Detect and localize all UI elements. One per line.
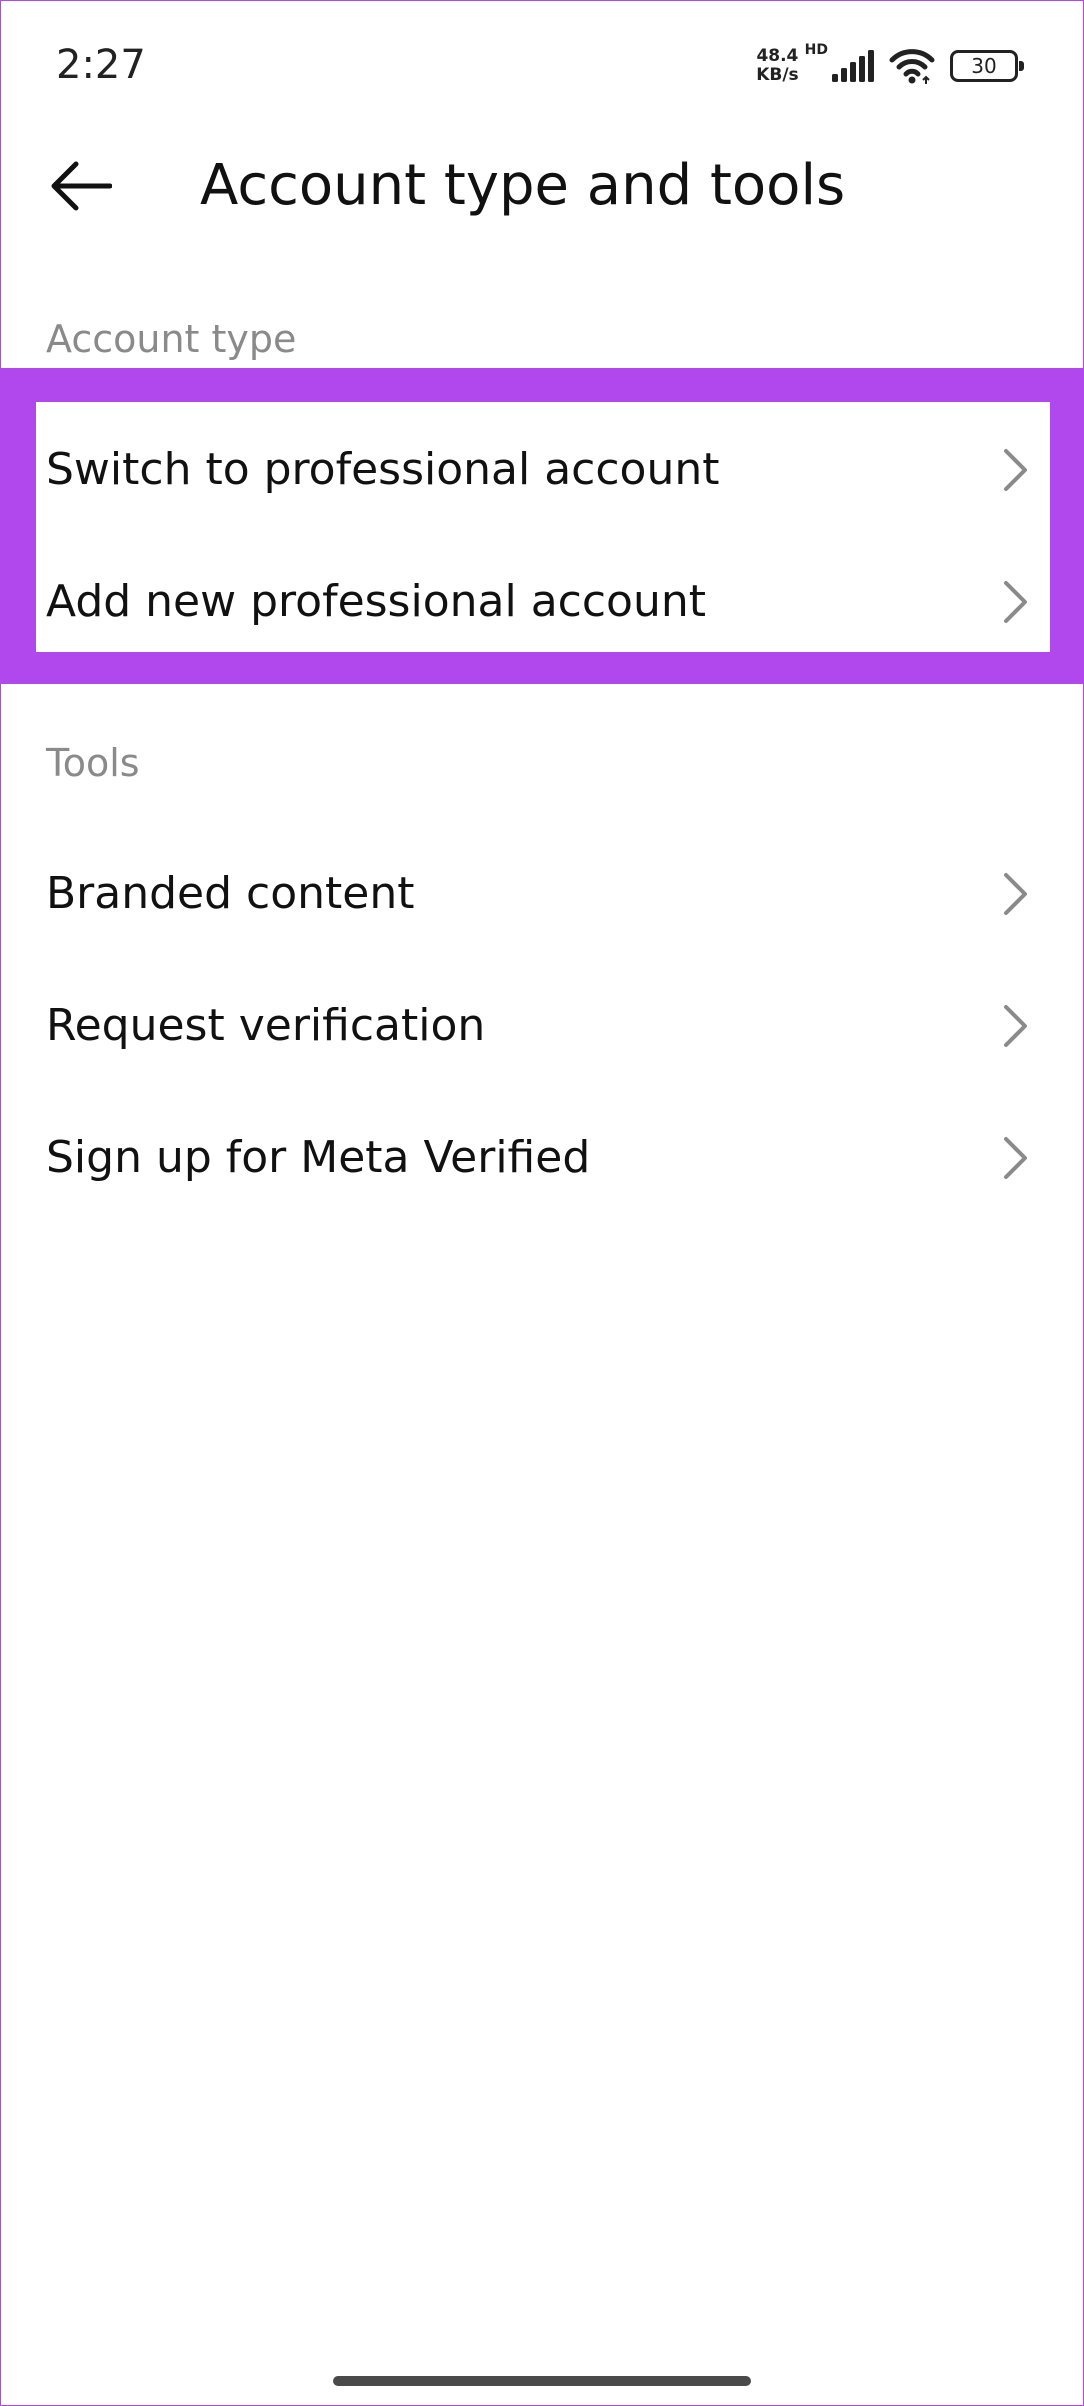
chevron-right-icon (1004, 449, 1027, 491)
chevron-right-icon (1004, 873, 1027, 915)
battery-icon: 30 (950, 50, 1024, 82)
row-label: Sign up for Meta Verified (46, 1132, 591, 1183)
battery-level: 30 (971, 54, 997, 78)
chevron-right-icon (1004, 1005, 1027, 1047)
arrow-left-icon (51, 161, 112, 211)
back-button[interactable] (40, 148, 120, 224)
home-indicator[interactable] (333, 2376, 751, 2386)
section-header-tools: Tools (46, 741, 140, 785)
page-title: Account type and tools (200, 153, 846, 218)
chevron-right-icon (1004, 581, 1027, 623)
status-time: 2:27 (56, 42, 146, 88)
cellular-signal-icon (832, 50, 874, 82)
wifi-icon (889, 49, 935, 84)
row-label: Request verification (46, 1000, 486, 1051)
branded-content-row[interactable]: Branded content (0, 828, 1084, 960)
switch-professional-account-row[interactable]: Switch to professional account (0, 404, 1084, 536)
network-speed: 48.4 KB/s (756, 47, 798, 85)
meta-verified-row[interactable]: Sign up for Meta Verified (0, 1092, 1084, 1224)
request-verification-row[interactable]: Request verification (0, 960, 1084, 1092)
hd-label: HD (804, 42, 828, 58)
add-professional-account-row[interactable]: Add new professional account (0, 536, 1084, 668)
network-speed-unit: KB/s (756, 65, 799, 85)
status-icons: 48.4 KB/s HD 30 (756, 42, 1024, 90)
row-label: Branded content (46, 868, 415, 919)
row-label: Switch to professional account (46, 444, 720, 495)
chevron-right-icon (1004, 1137, 1027, 1179)
network-speed-value: 48.4 (756, 46, 799, 66)
section-header-account-type: Account type (46, 317, 297, 361)
row-label: Add new professional account (46, 576, 706, 627)
